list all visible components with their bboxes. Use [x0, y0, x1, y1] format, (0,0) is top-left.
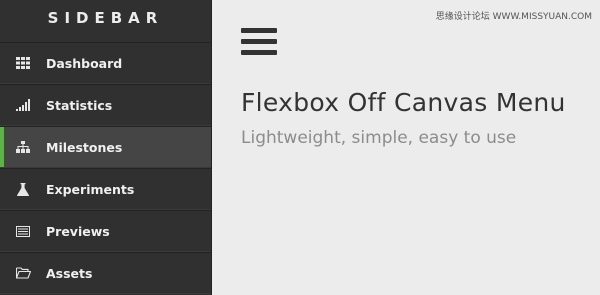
sidebar-item-experiments[interactable]: Experiments	[0, 168, 211, 210]
sidebar-item-label: Experiments	[46, 181, 135, 197]
menu-toggle-button[interactable]	[241, 28, 277, 58]
main-content: Flexbox Off Canvas Menu Lightweight, sim…	[213, 0, 600, 295]
sidebar-title: SIDEBAR	[0, 0, 211, 42]
watermark: 思缘设计论坛 WWW.MISSYUAN.COM	[435, 12, 592, 22]
sidebar-item-assets[interactable]: Assets	[0, 252, 211, 294]
sidebar-item-label: Statistics	[46, 97, 113, 113]
sidebar-item-previews[interactable]: Previews	[0, 210, 211, 252]
hamburger-bar	[241, 50, 277, 55]
list-card-icon	[0, 225, 46, 237]
hamburger-bar	[241, 28, 277, 33]
sitemap-icon	[0, 141, 46, 153]
sidebar-item-statistics[interactable]: Statistics	[0, 84, 211, 126]
sidebar-item-milestones[interactable]: Milestones	[0, 126, 211, 168]
flask-icon	[0, 182, 46, 196]
page-subtitle: Lightweight, simple, easy to use	[241, 128, 517, 148]
folder-open-icon	[0, 267, 46, 279]
sidebar-item-label: Assets	[46, 265, 93, 281]
sidebar-item-dashboard[interactable]: Dashboard	[0, 42, 211, 84]
sidebar-item-label: Milestones	[46, 139, 123, 155]
page-title: Flexbox Off Canvas Menu	[241, 88, 566, 117]
signal-bars-icon	[0, 99, 46, 111]
sidebar-item-label: Previews	[46, 223, 110, 239]
hamburger-bar	[241, 39, 277, 44]
sidebar: SIDEBAR Dashboard Statistics Milestones …	[0, 0, 212, 295]
grid-icon	[0, 57, 46, 69]
sidebar-item-label: Dashboard	[46, 55, 123, 71]
